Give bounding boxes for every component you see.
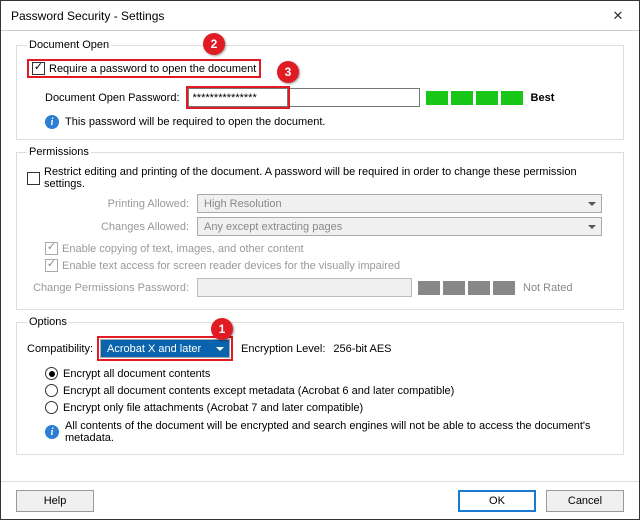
encrypt-attachments-radio[interactable]: [45, 401, 58, 414]
enable-copy-checkbox: [45, 242, 58, 255]
changes-allowed-label: Changes Allowed:: [27, 221, 197, 233]
permissions-legend: Permissions: [27, 146, 91, 158]
annotation-badge-2: 2: [203, 33, 225, 55]
enable-access-label: Enable text access for screen reader dev…: [62, 260, 400, 272]
doc-open-strength-label: Best: [531, 92, 555, 104]
annotation-badge-3: 3: [277, 61, 299, 83]
doc-open-info-text: This password will be required to open t…: [65, 116, 325, 128]
changes-allowed-value: Any except extracting pages: [204, 221, 342, 233]
info-icon: i: [45, 425, 59, 439]
document-open-legend: Document Open: [27, 39, 111, 51]
require-password-checkbox[interactable]: [32, 62, 45, 75]
window-title: Password Security - Settings: [11, 9, 597, 23]
close-button[interactable]: ✕: [597, 1, 639, 31]
require-password-label: Require a password to open the document: [49, 63, 256, 75]
compatibility-value: Acrobat X and later: [107, 343, 201, 355]
enable-access-checkbox: [45, 259, 58, 272]
encryption-level-label: Encryption Level:: [241, 343, 325, 355]
cancel-button[interactable]: Cancel: [546, 490, 624, 512]
changes-allowed-dropdown: Any except extracting pages: [197, 217, 602, 236]
restrict-editing-checkbox[interactable]: [27, 172, 40, 185]
options-info-text: All contents of the document will be enc…: [65, 420, 613, 444]
encrypt-except-meta-label: Encrypt all document contents except met…: [63, 385, 454, 397]
printing-allowed-value: High Resolution: [204, 198, 282, 210]
restrict-editing-label: Restrict editing and printing of the doc…: [44, 166, 613, 190]
perm-strength-label: Not Rated: [523, 282, 573, 294]
document-open-group: Document Open Require a password to open…: [16, 39, 624, 140]
printing-allowed-label: Printing Allowed:: [27, 198, 197, 210]
help-button[interactable]: Help: [16, 490, 94, 512]
dialog-footer: Help OK Cancel: [1, 481, 639, 519]
change-perm-password-input: [197, 278, 412, 297]
titlebar: Password Security - Settings ✕: [1, 1, 639, 31]
options-legend: Options: [27, 316, 69, 328]
encrypt-all-radio[interactable]: [45, 367, 58, 380]
printing-allowed-dropdown: High Resolution: [197, 194, 602, 213]
doc-open-password-label: Document Open Password:: [45, 92, 180, 104]
doc-open-password-input-ext[interactable]: [290, 88, 420, 107]
permissions-group: Permissions Restrict editing and printin…: [16, 146, 624, 310]
info-icon: i: [45, 115, 59, 129]
encrypt-except-meta-radio[interactable]: [45, 384, 58, 397]
ok-button[interactable]: OK: [458, 490, 536, 512]
perm-strength-meter: [418, 281, 515, 295]
doc-open-password-input[interactable]: [188, 88, 288, 107]
encrypt-attachments-label: Encrypt only file attachments (Acrobat 7…: [63, 402, 363, 414]
change-perm-password-label: Change Permissions Password:: [27, 282, 197, 294]
encryption-level-value: 256-bit AES: [333, 343, 391, 355]
doc-open-strength-meter: [426, 91, 523, 105]
compatibility-label: Compatibility:: [27, 343, 93, 355]
options-group: Options Compatibility: Acrobat X and lat…: [16, 316, 624, 455]
compatibility-dropdown[interactable]: Acrobat X and later: [100, 339, 230, 358]
encrypt-all-label: Encrypt all document contents: [63, 368, 210, 380]
annotation-badge-1: 1: [211, 318, 233, 340]
enable-copy-label: Enable copying of text, images, and othe…: [62, 243, 304, 255]
